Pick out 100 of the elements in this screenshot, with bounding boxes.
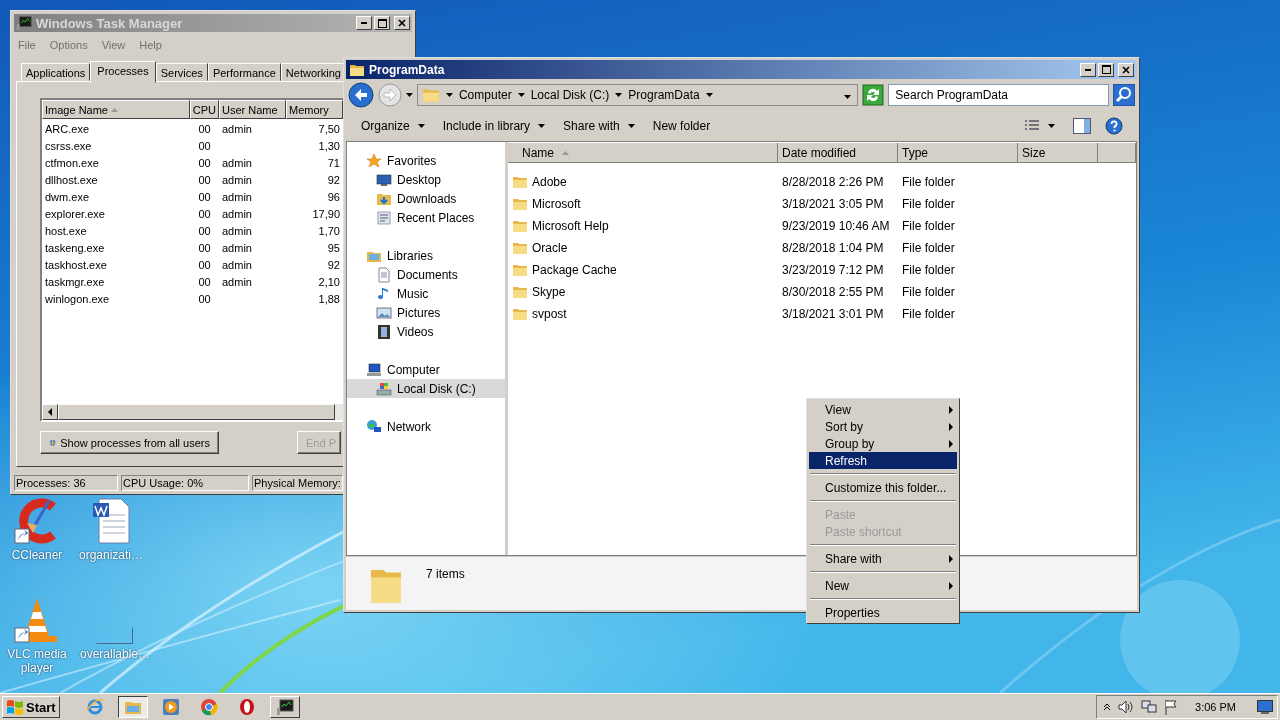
tab[interactable]: Networking [280, 63, 346, 81]
nav-item[interactable]: Pictures [347, 303, 505, 322]
column-header[interactable]: Type [898, 143, 1018, 163]
file-name[interactable]: Package Cache [508, 262, 778, 278]
menu-item[interactable]: Share with [809, 550, 957, 567]
computer-icon [366, 361, 382, 378]
table-cell-text: 00 [197, 140, 212, 154]
nav-item[interactable]: Network [347, 417, 505, 436]
network-globe-icon [366, 418, 382, 435]
maximize-button[interactable] [374, 16, 390, 30]
menu-item[interactable]: Customize this folder... [809, 479, 957, 496]
file-name[interactable]: Adobe [508, 174, 778, 190]
horizontal-scrollbar[interactable] [42, 404, 343, 420]
table-cell-text: 7,50 [317, 123, 341, 137]
breadcrumb-item[interactable]: Computer [458, 88, 512, 102]
address-bar[interactable]: Computer Local Disk (C:) ProgramData [416, 84, 859, 106]
tab[interactable]: Processes [90, 61, 156, 83]
table-cell-text: 1,88 [317, 293, 341, 307]
table-cell-text: 00 [197, 242, 212, 256]
nav-item[interactable]: Recent Places [347, 208, 505, 227]
menu-item[interactable]: Properties [809, 604, 957, 621]
clock[interactable]: 3:06 PM [1195, 701, 1236, 713]
table-cell-text: File folder [901, 219, 956, 233]
table-cell-text: ctfmon.exe [44, 157, 100, 171]
tab[interactable]: Performance [207, 63, 281, 81]
address-dropdown-icon [844, 95, 852, 99]
search-field[interactable]: Search ProgramData [888, 84, 1109, 106]
nav-item[interactable]: Videos [347, 322, 505, 341]
close-button[interactable] [394, 16, 410, 30]
nav-item[interactable]: Libraries [347, 246, 505, 265]
view-options-icon[interactable] [1024, 119, 1040, 133]
search-button[interactable] [1113, 84, 1135, 106]
nav-item[interactable]: Computer [347, 360, 505, 379]
monitor-icon [376, 171, 392, 188]
menu-item[interactable]: Refresh [809, 452, 957, 469]
column-header[interactable]: User Name [219, 100, 286, 119]
folder-icon [512, 262, 528, 278]
column-header[interactable]: CPU [190, 100, 219, 119]
menu-item[interactable]: Group by [809, 435, 957, 452]
minimize-button[interactable] [1080, 62, 1096, 77]
breadcrumb-item[interactable]: Local Disk (C:) [530, 88, 610, 102]
nav-item[interactable]: Downloads [347, 189, 505, 208]
tab[interactable]: Services [155, 63, 208, 81]
nav-item[interactable]: Favorites [347, 151, 505, 170]
nav-item[interactable]: Music [347, 284, 505, 303]
play-icon [161, 698, 180, 716]
maximize-button[interactable] [1098, 62, 1114, 77]
network-icon[interactable] [1141, 699, 1158, 715]
file-name[interactable]: Skype [508, 284, 778, 300]
toolbar-button[interactable]: Organize [352, 114, 434, 138]
toolbar-button[interactable]: Include in library [433, 114, 555, 138]
preview-pane-icon[interactable] [1073, 118, 1091, 134]
history-caret-icon [406, 93, 413, 97]
menu-item[interactable]: Sort by [809, 418, 957, 435]
menu-item[interactable]: View [809, 401, 957, 418]
nav-item[interactable]: Local Disk (C:) [347, 379, 505, 398]
table-cell-text: File folder [901, 285, 956, 299]
file-name[interactable]: svpost [508, 306, 778, 322]
table-cell-text: admin [221, 259, 253, 273]
toolbar-button[interactable]: Share with [554, 114, 644, 138]
left-arrow-icon [48, 408, 52, 416]
table-cell-text: 8/28/2018 2:26 PM [781, 175, 885, 189]
taskbar-button[interactable] [117, 696, 148, 718]
table-cell-text: taskeng.exe [44, 242, 106, 256]
file-name[interactable]: Oracle [508, 240, 778, 256]
chevron-up-icon[interactable] [1103, 703, 1112, 711]
caret-icon [445, 93, 453, 97]
refresh-button[interactable] [862, 84, 885, 106]
minimize-button[interactable] [356, 16, 372, 30]
column-header[interactable]: Memory [286, 100, 343, 119]
caret-icon [517, 93, 525, 97]
breadcrumb-item[interactable]: ProgramData [628, 88, 700, 102]
status-text: CPU Usage: 0% [121, 475, 249, 491]
table-cell-text: 3/18/2021 3:01 PM [781, 307, 885, 321]
table-cell-text: host.exe [44, 225, 88, 239]
start-button[interactable]: Start [2, 696, 60, 718]
table-cell-text: admin [221, 225, 253, 239]
flag-icon[interactable] [1164, 699, 1179, 715]
table-cell-text: 00 [197, 191, 212, 205]
speaker-icon[interactable] [1118, 700, 1135, 714]
nav-item[interactable]: Desktop [347, 170, 505, 189]
menu-item[interactable]: New [809, 577, 957, 594]
tab[interactable]: Applications [21, 63, 91, 81]
file-name[interactable]: Microsoft Help [508, 218, 778, 234]
folder-icon [512, 196, 528, 212]
show-all-users-button[interactable]: Show processes from all users [40, 431, 219, 454]
show-desktop-icon[interactable] [1257, 700, 1273, 714]
file-name[interactable]: Microsoft [508, 196, 778, 212]
close-icon [1122, 65, 1130, 74]
nav-item[interactable]: Documents [347, 265, 505, 284]
column-header[interactable]: Image Name [42, 100, 190, 119]
toolbar-button[interactable]: New folder [643, 114, 720, 138]
help-icon[interactable] [1105, 117, 1123, 135]
back-button[interactable] [348, 82, 374, 108]
table-cell-text: taskhost.exe [44, 259, 108, 273]
column-header[interactable]: Name [508, 143, 778, 163]
table-cell-text: 00 [197, 259, 212, 273]
close-button[interactable] [1118, 62, 1134, 77]
column-header[interactable]: Size [1018, 143, 1098, 163]
column-header[interactable]: Date modified [778, 143, 898, 163]
